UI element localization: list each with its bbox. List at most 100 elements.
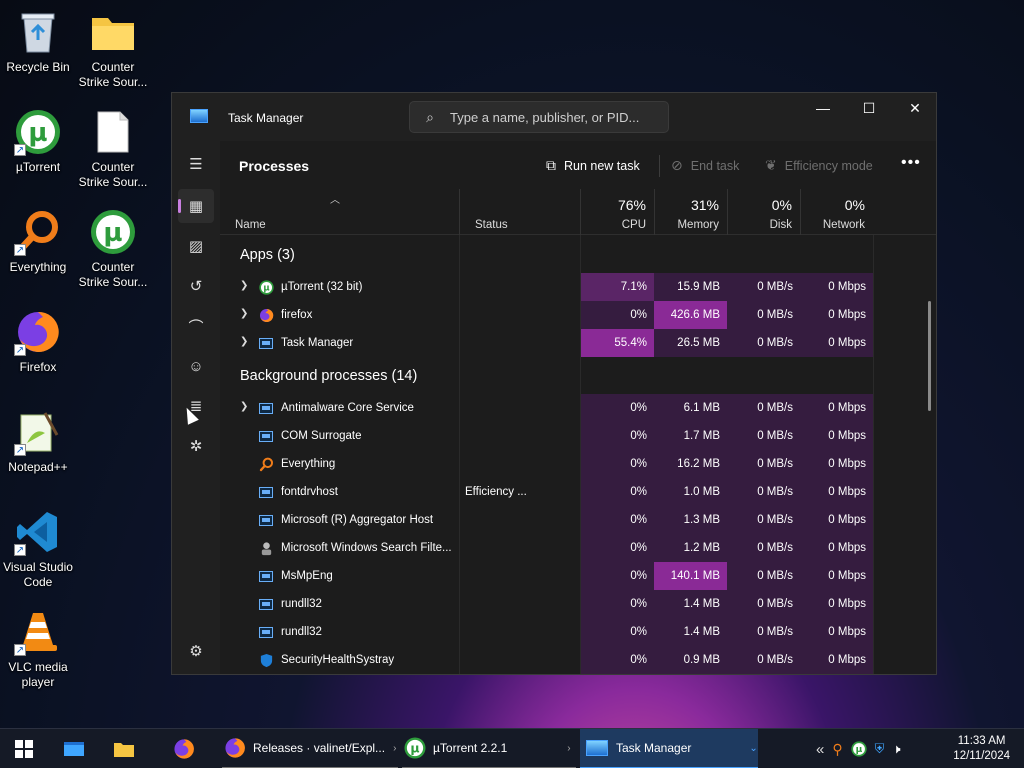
desktop-icon-vlc[interactable]: ↗ VLC media player — [0, 608, 76, 690]
process-status: Efficiency ... — [465, 486, 527, 498]
toolbar-divider — [659, 155, 660, 177]
nav-app-history-icon[interactable]: ↺ — [178, 269, 214, 303]
nav-performance-icon[interactable]: ▨ — [178, 229, 214, 263]
taskbar-item-utorrent[interactable]: µ µTorrent 2.2.1 › — [402, 729, 576, 768]
process-row[interactable]: Microsoft Windows Search Filte... 0% 1.2 M… — [220, 534, 873, 562]
end-task-button[interactable]: ⊘ End task — [671, 157, 739, 174]
cpu-total: 76% — [617, 197, 646, 213]
process-row[interactable]: ❯ Antimalware Core Service 0% 6.1 MB 0 MB/s 0… — [220, 394, 873, 422]
desktop-icon-document[interactable]: Counter Strike Sour... — [75, 108, 151, 190]
column-network-label: Network — [822, 219, 865, 231]
efficiency-mode-button[interactable]: ❦ Efficiency mode — [765, 157, 873, 174]
column-cpu-label: CPU — [621, 219, 646, 231]
column-cpu[interactable]: 76% CPU — [580, 189, 654, 235]
process-row[interactable]: Microsoft (R) Aggregator Host 0% 1.3 MB 0 M… — [220, 506, 873, 534]
expand-chevron-icon[interactable]: ❯ — [240, 280, 248, 291]
column-status[interactable]: Status — [459, 189, 580, 235]
column-status-label: Status — [475, 219, 508, 231]
search-box[interactable]: ⌕ — [409, 101, 669, 133]
process-row[interactable]: ❯ µ µTorrent (32 bit) 7.1% 15.9 MB 0 MB/s 0 Mb… — [220, 273, 873, 301]
nav-services-icon[interactable]: ✲ — [178, 429, 214, 463]
hamburger-menu-icon[interactable]: ☰ — [178, 147, 214, 181]
process-row[interactable]: rundll32 0% 1.4 MB 0 MB/s 0 Mbps — [220, 590, 873, 618]
column-network[interactable]: 0% Network — [800, 189, 873, 235]
search-input[interactable] — [450, 109, 660, 125]
task-manager-icon — [586, 740, 608, 756]
file-explorer-button[interactable] — [102, 729, 146, 768]
process-network: 0 Mbps — [800, 534, 873, 562]
process-name: µTorrent (32 bit) — [281, 281, 363, 293]
nav-startup-apps-icon[interactable]: ⌒ — [178, 309, 214, 343]
process-cpu: 0% — [581, 618, 654, 646]
process-row[interactable]: Everything 0% 16.2 MB 0 MB/s 0 Mbps — [220, 450, 873, 478]
process-cpu: 0% — [581, 450, 654, 478]
expand-chevron-icon[interactable]: ❯ — [240, 336, 248, 347]
firefox-icon: ↗ — [14, 308, 62, 356]
desktop-icon-label: Recycle Bin — [6, 60, 70, 74]
process-name: rundll32 — [281, 626, 322, 638]
taskbar-item-task-manager[interactable]: Task Manager ⌄ — [580, 729, 758, 768]
process-cpu: 0% — [581, 301, 654, 329]
process-row[interactable]: ❯ Task Manager 55.4% 26.5 MB 0 MB/s 0 Mbps — [220, 329, 873, 357]
process-memory: 1.4 MB — [654, 590, 727, 618]
everything-icon: ↗ — [14, 208, 62, 256]
vertical-scrollbar[interactable] — [928, 301, 931, 411]
column-memory[interactable]: 31% Memory — [654, 189, 727, 235]
desktop-icon-notepad-plus-plus[interactable]: ↗ Notepad++ — [0, 408, 76, 475]
desktop-icon-everything[interactable]: ↗ Everything — [0, 208, 76, 275]
run-new-task-button[interactable]: ⧉ Run new task — [546, 157, 640, 174]
volume-muted-icon[interactable]: 🕨 — [892, 741, 900, 757]
process-memory: 1.2 MB — [654, 534, 727, 562]
taskbar-item-firefox[interactable]: Releases · valinet/Expl... › — [222, 729, 398, 768]
show-desktop-button[interactable] — [52, 729, 96, 768]
expand-chevron-icon[interactable]: ❯ — [240, 308, 248, 319]
process-memory: 26.5 MB — [654, 329, 727, 357]
settings-gear-icon[interactable]: ⚙ — [178, 634, 214, 668]
column-memory-label: Memory — [677, 219, 719, 231]
desktop-icon-folder[interactable]: Counter Strike Sour... — [75, 8, 151, 90]
utorrent-icon: µ ↗ — [14, 108, 62, 156]
desktop-icon-utorrent[interactable]: µ ↗ µTorrent — [0, 108, 76, 175]
process-row[interactable]: ❯ firefox 0% 426.6 MB 0 MB/s 0 Mbps — [220, 301, 873, 329]
taskbar-firefox-pinned[interactable] — [162, 729, 206, 768]
process-row[interactable]: SecurityHealthSystray 0% 0.9 MB 0 MB/s 0 Mbp… — [220, 646, 873, 674]
more-options-button[interactable]: ••• — [901, 154, 921, 172]
close-button[interactable]: ✕ — [892, 93, 936, 123]
column-disk[interactable]: 0% Disk — [727, 189, 800, 235]
clock-time: 11:33 AM — [957, 735, 1006, 747]
security-warning-icon[interactable]: ⛨ — [875, 741, 885, 757]
process-name: Antimalware Core Service — [281, 402, 414, 414]
expand-chevron-icon[interactable]: ❯ — [240, 401, 248, 412]
process-disk: 0 MB/s — [727, 618, 800, 646]
clock[interactable]: 11:33 AM 12/11/2024 — [953, 734, 1010, 764]
process-network: 0 Mbps — [800, 394, 873, 422]
desktop-icon-recycle-bin[interactable]: Recycle Bin — [0, 8, 76, 75]
maximize-button[interactable]: ☐ — [846, 93, 892, 123]
nav-users-icon[interactable]: ☺ — [178, 349, 214, 383]
nav-processes-icon[interactable]: ▦ — [178, 189, 214, 223]
desktop-icon-label: Notepad++ — [8, 460, 68, 474]
process-row[interactable]: fontdrvhost Efficiency ... 0% 1.0 MB 0 MB/s 0… — [220, 478, 873, 506]
desktop-icon-vscode[interactable]: ↗ Visual Studio Code — [0, 508, 76, 590]
minimize-button[interactable]: — — [800, 93, 846, 123]
process-name: MsMpEng — [281, 570, 333, 582]
process-cpu: 0% — [581, 534, 654, 562]
window-app-icon — [258, 428, 274, 444]
process-row[interactable]: COM Surrogate 0% 1.7 MB 0 MB/s 0 Mbps — [220, 422, 873, 450]
process-network: 0 Mbps — [800, 450, 873, 478]
process-row[interactable]: rundll32 0% 1.4 MB 0 MB/s 0 Mbps — [220, 618, 873, 646]
group-header-apps: Apps (3) — [240, 247, 295, 263]
desktop-icon-firefox[interactable]: ↗ Firefox — [0, 308, 76, 375]
windows-logo-icon — [15, 740, 33, 758]
firefox-icon — [174, 739, 194, 759]
desktop-icon-utorrent-2[interactable]: µ Counter Strike Sour... — [75, 208, 151, 290]
start-button[interactable] — [0, 729, 48, 768]
process-cpu: 7.1% — [581, 273, 654, 301]
title-bar: Task Manager ⌕ — ☐ ✕ — [172, 93, 936, 141]
process-row[interactable]: MsMpEng 0% 140.1 MB 0 MB/s 0 Mbps — [220, 562, 873, 590]
show-hidden-icons-chevron-icon[interactable]: « — [816, 741, 824, 758]
utorrent-tray-icon[interactable]: µ — [850, 741, 867, 757]
firefox-icon — [225, 738, 245, 758]
column-name[interactable]: ︿ Name — [220, 189, 459, 235]
everything-tray-icon[interactable]: ⚲ — [832, 741, 842, 758]
